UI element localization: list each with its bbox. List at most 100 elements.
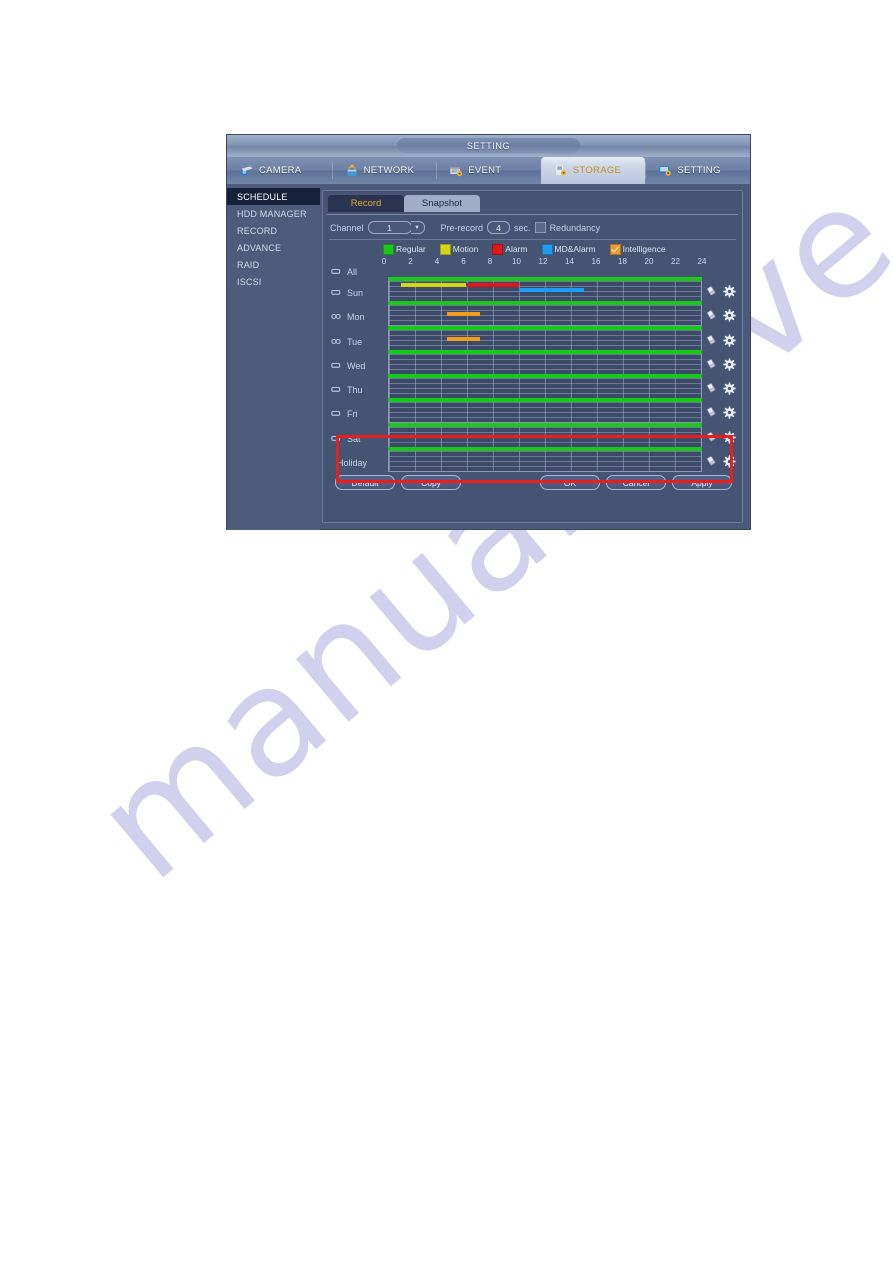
tab-network[interactable]: NETWORK <box>331 157 437 184</box>
legend-item-regular[interactable]: Regular <box>383 243 426 255</box>
schedule-segment[interactable] <box>388 277 702 281</box>
checkbox-icon[interactable] <box>331 409 341 419</box>
schedule-segment[interactable] <box>401 283 467 287</box>
sidebar-item-iscsi[interactable]: ISCSI <box>227 273 320 290</box>
schedule-row: Tue <box>327 325 738 351</box>
schedule-segment[interactable] <box>466 283 519 287</box>
checkbox-icon[interactable] <box>331 288 341 298</box>
schedule-segment[interactable] <box>446 312 480 317</box>
schedule-row: Fri <box>327 398 738 424</box>
gear-icon[interactable] <box>722 309 736 322</box>
legend-item-intelligence[interactable]: Intelligence <box>609 243 666 255</box>
legend-item-mdalarm[interactable]: MD&Alarm <box>541 243 596 255</box>
sec-label: sec. <box>514 222 531 233</box>
schedule-grid[interactable] <box>388 352 702 375</box>
gear-icon[interactable] <box>722 406 736 420</box>
copy-button[interactable]: Copy <box>401 475 461 491</box>
channel-select[interactable]: 1 <box>367 221 412 234</box>
tab-camera[interactable]: CAMERA <box>227 157 332 184</box>
eraser-icon[interactable] <box>705 406 718 419</box>
gear-icon[interactable] <box>722 431 736 444</box>
checkbox-icon[interactable] <box>331 361 341 371</box>
row-timeline <box>388 325 702 351</box>
ok-button[interactable]: OK <box>540 475 600 491</box>
row-actions <box>702 399 738 424</box>
tab-event[interactable]: EVENT <box>436 157 541 184</box>
redundancy-label: Redundancy <box>549 222 601 233</box>
ruler-tick: 24 <box>697 257 707 266</box>
schedule-grid[interactable] <box>388 401 702 424</box>
row-label-group: Sat <box>327 424 388 449</box>
sidebar-item-hdd-manager[interactable]: HDD MANAGER <box>227 205 320 222</box>
schedule-grid[interactable] <box>388 328 702 351</box>
gear-icon[interactable] <box>722 455 736 468</box>
schedule-grid[interactable] <box>388 377 702 400</box>
eraser-icon[interactable] <box>705 358 718 371</box>
sidebar-item-record[interactable]: RECORD <box>227 222 320 239</box>
tab-setting[interactable]: SETTING <box>645 157 750 184</box>
apply-button[interactable]: Apply <box>672 475 732 491</box>
default-button[interactable]: Default <box>335 475 395 491</box>
schedule-segment[interactable] <box>388 422 702 427</box>
subtab-snapshot[interactable]: Snapshot <box>404 195 480 212</box>
legend: Regular Motion Alarm MD&Alarm Intelligence <box>327 243 738 255</box>
legend-item-motion[interactable]: Motion <box>439 243 478 255</box>
subtab-record[interactable]: Record <box>328 195 404 212</box>
gear-icon[interactable] <box>722 358 736 371</box>
gear-icon[interactable] <box>722 285 736 298</box>
checkbox-icon[interactable] <box>331 267 341 277</box>
schedule-grid[interactable] <box>388 304 702 327</box>
schedule-grid[interactable] <box>388 450 702 473</box>
sidebar-item-label: SCHEDULE <box>237 191 288 202</box>
sidebar: SCHEDULE HDD MANAGER RECORD ADVANCE RAID ISCS… <box>227 184 320 530</box>
checkbox-icon[interactable] <box>331 434 341 444</box>
sidebar-item-label: RAID <box>237 259 260 270</box>
tab-storage[interactable]: STORAGE <box>540 157 646 184</box>
eraser-icon[interactable] <box>705 382 718 395</box>
eraser-icon[interactable] <box>705 334 718 347</box>
row-timeline <box>388 398 702 424</box>
sidebar-item-advance[interactable]: ADVANCE <box>227 239 320 256</box>
schedule-row: Mon <box>327 301 738 327</box>
schedule-segment[interactable] <box>388 447 702 452</box>
link-icon[interactable] <box>331 312 341 322</box>
row-timeline <box>388 447 702 473</box>
schedule-segment[interactable] <box>388 301 702 306</box>
row-label: Fri <box>347 409 358 420</box>
window-titlebar: SETTING <box>227 135 750 156</box>
schedule-segment[interactable] <box>446 336 480 341</box>
ruler-tick: 0 <box>381 257 387 266</box>
schedule-segment[interactable] <box>388 374 702 379</box>
eraser-icon[interactable] <box>705 285 718 298</box>
schedule-segment[interactable] <box>388 398 702 403</box>
tab-label: EVENT <box>468 165 502 176</box>
eraser-icon[interactable] <box>705 455 718 468</box>
gear-icon[interactable] <box>722 382 736 395</box>
row-label-group: Fri <box>327 399 388 424</box>
divider <box>329 239 736 240</box>
schedule-segment[interactable] <box>388 325 702 330</box>
schedule-grid[interactable] <box>388 425 702 448</box>
prerecord-label: Pre-record <box>440 222 484 233</box>
row-timeline <box>388 349 702 375</box>
sidebar-item-raid[interactable]: RAID <box>227 256 320 273</box>
eraser-icon[interactable] <box>705 309 718 322</box>
ruler-tick: 14 <box>565 257 574 266</box>
cancel-button[interactable]: Cancel <box>606 475 666 491</box>
legend-item-alarm[interactable]: Alarm <box>492 243 528 255</box>
legend-label: Regular <box>396 244 426 254</box>
prerecord-input[interactable]: 4 <box>487 221 511 234</box>
link-icon[interactable] <box>331 337 341 347</box>
chevron-down-icon[interactable]: ▼ <box>410 221 425 234</box>
schedule-row: Holiday <box>327 447 738 473</box>
sidebar-item-label: RECORD <box>237 225 278 236</box>
gear-icon[interactable] <box>722 333 736 347</box>
schedule-segment[interactable] <box>388 349 702 354</box>
checkbox-icon[interactable] <box>331 385 341 395</box>
redundancy-checkbox[interactable] <box>534 222 546 233</box>
schedule-segment[interactable] <box>518 288 585 292</box>
event-icon <box>449 164 463 177</box>
sidebar-item-schedule[interactable]: SCHEDULE <box>227 188 320 205</box>
button-row: Default Copy OK Cancel Apply <box>327 472 738 491</box>
eraser-icon[interactable] <box>705 431 718 444</box>
